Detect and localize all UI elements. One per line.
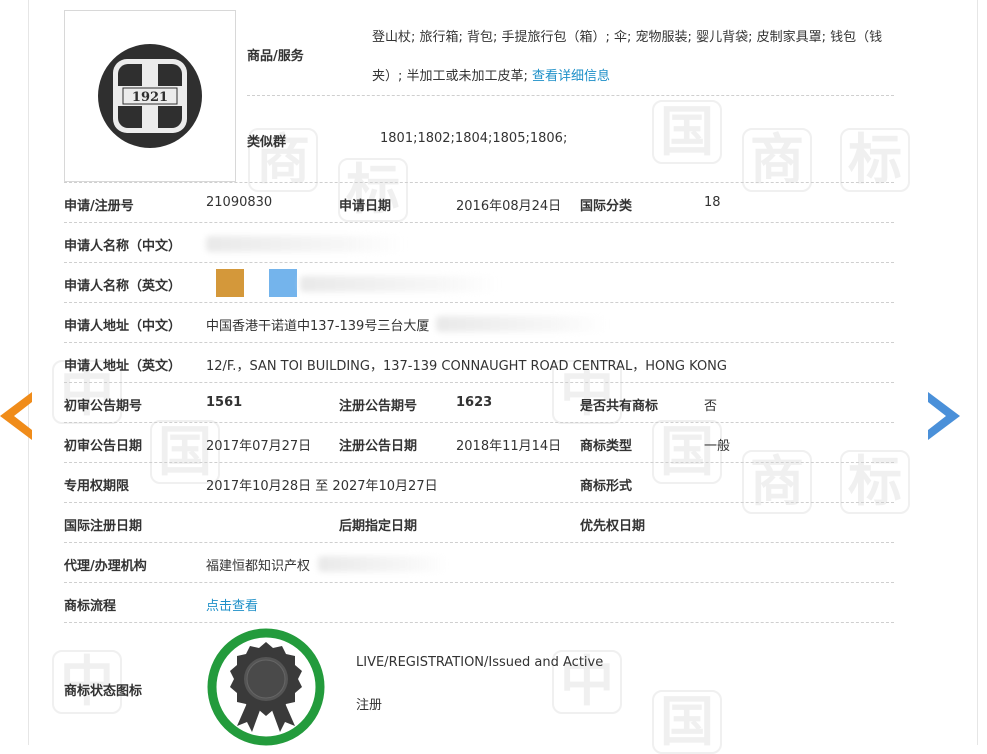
redacted-applicant-en-swatch <box>216 269 244 297</box>
agent-label: 代理/办理机构 <box>64 559 147 574</box>
applicant-en-label: 申请人名称（英文） <box>64 279 182 294</box>
intl-reg-date-label: 国际注册日期 <box>64 519 143 534</box>
prelim-issue-label: 初审公告期号 <box>64 399 143 414</box>
app-date-label: 申请日期 <box>339 199 392 214</box>
shared-label: 是否共有商标 <box>580 399 659 414</box>
goods-detail-link[interactable]: 查看详细信息 <box>532 69 610 84</box>
applicant-cn-label: 申请人名称（中文） <box>64 239 182 254</box>
divider <box>64 182 894 183</box>
arrow-right-icon[interactable] <box>926 392 960 440</box>
arrow-left-icon[interactable] <box>0 392 34 440</box>
reg-no-label: 申请/注册号 <box>64 199 134 214</box>
trademark-logo-icon: 1921 <box>98 44 202 148</box>
redacted-agent <box>318 556 448 572</box>
watermark-char: 商 <box>742 450 812 514</box>
divider <box>64 462 894 463</box>
status-text-cn: 注册 <box>356 698 383 713</box>
reg-issue-value: 1623 <box>456 395 493 410</box>
prelim-date-value: 2017年07月27日 <box>206 439 312 454</box>
reg-date-value: 2018年11月14日 <box>456 439 562 454</box>
watermark-char: 标 <box>840 450 910 514</box>
divider <box>64 422 894 423</box>
reg-issue-label: 注册公告期号 <box>339 399 418 414</box>
reg-no-value: 21090830 <box>206 195 273 210</box>
frame-line-left <box>28 0 29 745</box>
app-date-value: 2016年08月24日 <box>456 199 562 214</box>
address-en-value: 12/F.，SAN TOI BUILDING，137-139 CONNAUGHT… <box>206 359 727 374</box>
shared-value: 否 <box>704 399 718 414</box>
divider <box>64 222 894 223</box>
redacted-applicant-en-swatch <box>269 269 297 297</box>
agent-value: 福建恒都知识产权 <box>206 559 311 574</box>
divider <box>64 382 894 383</box>
redacted-applicant-en <box>300 276 500 292</box>
divider <box>64 502 894 503</box>
prelim-date-label: 初审公告日期 <box>64 439 143 454</box>
divider <box>64 342 894 343</box>
later-designation-label: 后期指定日期 <box>339 519 418 534</box>
watermark-char: 国 <box>652 690 722 754</box>
prelim-issue-value: 1561 <box>206 395 243 410</box>
tm-type-label: 商标类型 <box>580 439 633 454</box>
exclusive-period-label: 专用权期限 <box>64 479 130 494</box>
frame-line-right <box>977 0 978 745</box>
divider <box>64 302 894 303</box>
address-cn-value: 中国香港干诺道中137-139号三台大厦 <box>206 319 430 334</box>
status-icon-label: 商标状态图标 <box>64 684 143 699</box>
similar-group-label: 类似群 <box>247 135 287 150</box>
divider <box>247 95 894 96</box>
goods-text: 登山杖; 旅行箱; 背包; 手提旅行包（箱）; 伞; 宠物服装; 婴儿背袋; 皮… <box>372 18 892 96</box>
priority-date-label: 优先权日期 <box>580 519 646 534</box>
intl-class-value: 18 <box>704 195 721 210</box>
process-view-link[interactable]: 点击查看 <box>206 595 258 614</box>
reg-date-label: 注册公告日期 <box>339 439 418 454</box>
divider <box>64 582 894 583</box>
redacted-address-cn <box>436 316 606 332</box>
divider <box>64 622 894 623</box>
goods-label: 商品/服务 <box>247 49 304 64</box>
redacted-applicant-cn <box>206 236 406 252</box>
goods-list: 登山杖; 旅行箱; 背包; 手提旅行包（箱）; 伞; 宠物服装; 婴儿背袋; 皮… <box>372 30 883 84</box>
exclusive-period-value: 2017年10月28日 至 2027年10月27日 <box>206 479 438 494</box>
watermark-char: 国 <box>652 100 722 164</box>
address-cn-label: 申请人地址（中文） <box>64 319 182 334</box>
tm-form-label: 商标形式 <box>580 479 633 494</box>
address-en-label: 申请人地址（英文） <box>64 359 182 374</box>
tm-type-value: 一般 <box>704 439 731 454</box>
process-label: 商标流程 <box>64 599 117 614</box>
intl-class-label: 国际分类 <box>580 199 633 214</box>
award-ribbon-icon <box>207 628 325 750</box>
status-text-en: LIVE/REGISTRATION/Issued and Active <box>356 655 604 670</box>
similar-group-value: 1801;1802;1804;1805;1806; <box>380 131 568 146</box>
logo-text: 1921 <box>132 90 168 105</box>
divider <box>64 542 894 543</box>
divider <box>64 262 894 263</box>
trademark-image: 1921 <box>64 10 236 182</box>
